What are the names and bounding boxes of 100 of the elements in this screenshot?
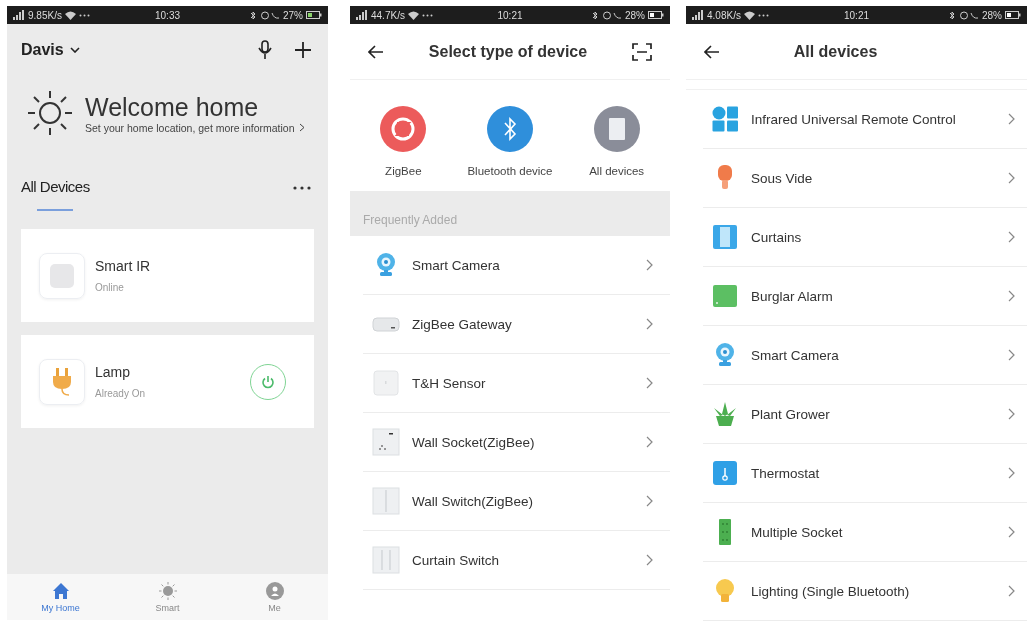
device-label: Plant Grower	[751, 406, 831, 422]
zigbee-logo-icon[interactable]	[380, 106, 427, 152]
battery-percent: 27%	[283, 9, 303, 21]
home-name[interactable]: Davis	[21, 41, 64, 59]
chevron-icon	[646, 318, 653, 330]
chevron-icon	[646, 377, 653, 389]
device-row[interactable]: Plant Grower	[703, 385, 1027, 444]
device-type-label: Curtain Switch	[412, 552, 501, 568]
device-panel-icon[interactable]	[593, 106, 640, 152]
battery-icon	[306, 11, 322, 19]
chevron-icon	[1008, 290, 1015, 302]
network-speed: 4.08K/s	[707, 9, 741, 21]
device-name: Smart IR	[95, 258, 151, 274]
sensor-icon	[372, 369, 400, 397]
device-label: Burglar Alarm	[751, 288, 834, 304]
device-label: Multiple Socket	[751, 524, 844, 540]
device-type-row[interactable]: ZigBee Gateway	[363, 295, 670, 354]
status-icons-drawing	[949, 10, 979, 20]
device-row[interactable]: Smart Camera	[703, 326, 1027, 385]
more-icon	[757, 13, 769, 17]
network-speed: 9.85K/s	[28, 9, 62, 21]
plug-icon	[51, 366, 73, 397]
tiles-icon	[711, 105, 739, 133]
curtain-switch-icon	[372, 546, 400, 574]
more-icon[interactable]	[293, 186, 311, 190]
nav-tab[interactable]: Me	[221, 574, 328, 620]
home-icon[interactable]	[51, 581, 70, 600]
device-type-row[interactable]: Wall Socket(ZigBee)	[363, 413, 670, 472]
chevron-icon	[1008, 113, 1015, 125]
add-icon[interactable]	[294, 41, 312, 59]
device-type-row[interactable]: T&H Sensor	[363, 354, 670, 413]
curtain-icon	[711, 223, 739, 251]
device-row[interactable]: Lighting (Single Bluetooth)	[703, 562, 1027, 621]
bluetooth-icon[interactable]	[487, 106, 533, 152]
device-type-label: Wall Switch(ZigBee)	[412, 493, 535, 509]
alarm-panel-icon	[711, 282, 739, 310]
chevron-icon	[1008, 172, 1015, 184]
device-type-row[interactable]: Smart Camera	[363, 236, 670, 295]
device-status: Online	[95, 282, 125, 293]
device-label: Sous Vide	[751, 170, 814, 186]
section-title: Frequently Added	[363, 213, 458, 227]
nav-tab[interactable]: Smart	[114, 574, 221, 620]
device-label: Lighting (Single Bluetooth)	[751, 583, 911, 599]
device-label: Smart Camera	[751, 347, 840, 363]
device-type-label: Wall Socket(ZigBee)	[412, 434, 536, 450]
screen-title: Select type of device	[428, 42, 588, 61]
device-card[interactable]: Smart IR Online	[21, 229, 314, 322]
device-row[interactable]: Multiple Socket	[703, 503, 1027, 562]
device-label: Curtains	[751, 229, 803, 245]
clock-time: 10:21	[844, 9, 869, 21]
status-icons-drawing	[592, 10, 622, 20]
welcome-title: Welcome home	[85, 92, 260, 122]
chevron-icon	[1008, 408, 1015, 420]
wall-socket-icon	[372, 428, 400, 456]
caret-icon[interactable]	[69, 47, 80, 53]
signal-icon	[692, 10, 704, 20]
chevron-icon	[1008, 467, 1015, 479]
more-icon	[78, 13, 90, 17]
clock-time: 10:33	[155, 9, 180, 21]
chevron-icon	[646, 495, 653, 507]
nav-tab[interactable]: My Home	[7, 574, 114, 620]
back-arrow-icon[interactable]	[368, 44, 384, 59]
status-icons-drawing	[250, 10, 280, 20]
screen-title: All devices	[793, 42, 878, 61]
wifi-icon	[64, 10, 76, 20]
device-label: Infrared Universal Remote Control	[751, 111, 957, 127]
battery-icon	[648, 11, 664, 19]
device-name: Lamp	[95, 364, 132, 380]
device-row[interactable]: Curtains	[703, 208, 1027, 267]
device-type-row[interactable]: Curtain Switch	[363, 531, 670, 590]
back-arrow-icon[interactable]	[704, 44, 720, 59]
device-label: Thermostat	[751, 465, 821, 481]
device-row[interactable]: Thermostat	[703, 444, 1027, 503]
microphone-icon[interactable]	[258, 40, 272, 60]
device-status: Already On	[95, 388, 146, 399]
sun-icon	[25, 88, 75, 138]
device-type-row[interactable]: Wall Switch(ZigBee)	[363, 472, 670, 531]
category-button[interactable]: Bluetooth device	[460, 106, 560, 191]
ir-hub-icon	[49, 262, 75, 289]
device-row[interactable]: Infrared Universal Remote Control	[703, 90, 1027, 149]
category-button[interactable]: ZigBee	[353, 106, 454, 191]
tab-underline	[37, 209, 74, 211]
category-button[interactable]: All devices	[566, 106, 667, 191]
more-icon	[421, 13, 433, 17]
device-row[interactable]: Sous Vide	[703, 149, 1027, 208]
chevron-icon	[1008, 231, 1015, 243]
chevron-icon	[1008, 585, 1015, 597]
battery-percent: 28%	[625, 9, 645, 21]
person-icon[interactable]	[265, 581, 284, 600]
sun-icon[interactable]	[158, 581, 177, 600]
device-row[interactable]: Burglar Alarm	[703, 267, 1027, 326]
chevron-icon[interactable]	[298, 123, 305, 132]
chevron-icon	[1008, 349, 1015, 361]
scan-icon[interactable]	[632, 42, 652, 61]
clock-time: 10:21	[497, 9, 523, 21]
home-location-link[interactable]: Set your home location, get more information	[85, 121, 295, 134]
section-tab[interactable]: All Devices	[21, 178, 90, 195]
wifi-icon	[743, 10, 755, 20]
chevron-icon	[1008, 526, 1015, 538]
device-type-label: T&H Sensor	[412, 375, 487, 391]
